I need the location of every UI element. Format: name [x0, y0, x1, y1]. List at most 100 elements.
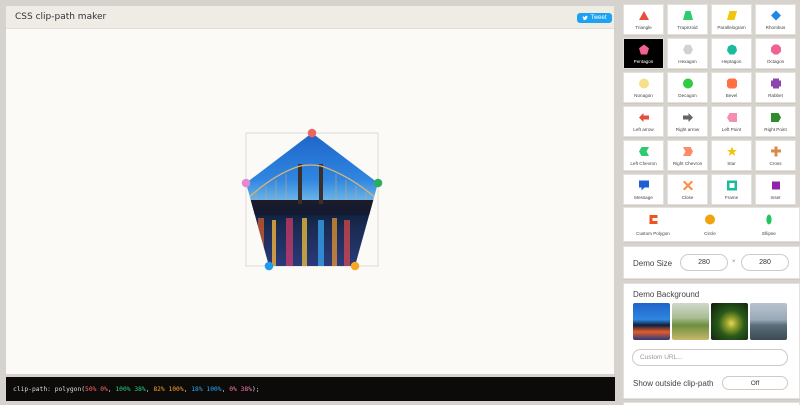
demo-height-input[interactable]: 280	[741, 254, 789, 271]
shape-label: Right Chevron	[672, 161, 703, 166]
frame-icon	[726, 180, 737, 191]
shape-label: Nonagon	[634, 93, 653, 98]
size-separator: ×	[732, 259, 736, 265]
code-suffix: );	[251, 385, 260, 393]
shape-label: Custom Polygon	[636, 231, 670, 236]
handle-point-4[interactable]	[264, 261, 274, 271]
shape-button-trapezoid[interactable]: Trapezoid	[667, 4, 708, 35]
decagon-icon	[682, 78, 693, 89]
code-point-4: 18% 100%	[191, 385, 222, 393]
shape-button-octagon[interactable]: Octagon	[755, 38, 796, 69]
star-icon	[726, 146, 737, 156]
hexagon-icon	[682, 44, 693, 55]
left-chevron-icon	[638, 147, 649, 156]
shape-label: Left arrow	[633, 127, 654, 132]
shape-label: Parallelogram	[717, 25, 746, 30]
octagon-icon	[770, 44, 781, 55]
background-thumb-coast[interactable]	[750, 303, 787, 340]
handle-point-1[interactable]	[307, 128, 317, 138]
heptagon-icon	[726, 44, 737, 55]
shape-label: Octagon	[766, 59, 785, 64]
rhombus-icon	[770, 10, 781, 21]
right-point-icon	[770, 113, 781, 122]
shape-button-ellipse[interactable]: Ellipse	[741, 209, 797, 240]
shape-button-left-point[interactable]: Left Point	[711, 106, 752, 137]
demo-size-label: Demo Size	[633, 259, 673, 268]
shape-button-star[interactable]: Star	[711, 140, 752, 171]
shape-label: Left Chevron	[630, 161, 657, 166]
shape-label: Rabbet	[768, 93, 783, 98]
code-point-2: 100% 38%	[115, 385, 146, 393]
show-outside-label: Show outside clip-path	[633, 379, 714, 388]
code-point-1: 50% 0%	[85, 385, 108, 393]
shape-button-frame[interactable]: Frame	[711, 174, 752, 205]
shape-button-right-chevron[interactable]: Right Chevron	[667, 140, 708, 171]
circle-icon	[705, 214, 715, 225]
shape-button-close[interactable]: Close	[667, 174, 708, 205]
shape-button-parallelogram[interactable]: Parallelogram	[711, 4, 752, 35]
demo-background-section: Demo Background Custom URL... Show outsi…	[623, 283, 800, 399]
shape-label: Heptagon	[721, 59, 742, 64]
shape-button-rhombus[interactable]: Rhombus	[755, 4, 796, 35]
shape-button-rabbet[interactable]: Rabbet	[755, 72, 796, 103]
shape-sidebar: Triangle Trapezoid Parallelogram Rhombus Pen…	[622, 3, 800, 405]
handle-point-2[interactable]	[373, 178, 383, 188]
right-chevron-icon	[682, 147, 693, 156]
shape-button-pentagon[interactable]: Pentagon	[623, 38, 664, 69]
shape-button-bevel[interactable]: Bevel	[711, 72, 752, 103]
demo-size-section: Demo Size 280 × 280	[623, 246, 800, 279]
shape-button-circle[interactable]: Circle	[682, 209, 738, 240]
background-thumb-bridge[interactable]	[633, 303, 670, 340]
code-point-5: 0% 38%	[229, 385, 252, 393]
shape-button-triangle[interactable]: Triangle	[623, 4, 664, 35]
close-icon	[682, 180, 693, 191]
shape-button-inset[interactable]: Inset	[755, 174, 796, 205]
demo-width-input[interactable]: 280	[680, 254, 728, 271]
ellipse-icon	[766, 214, 772, 225]
background-thumb-field[interactable]	[672, 303, 709, 340]
shape-label: Star	[727, 161, 736, 166]
css-code-output: clip-path: polygon( 50% 0%, 100% 38%, 82…	[6, 377, 615, 401]
shape-label: Ellipse	[762, 231, 776, 236]
shape-button-left-arrow[interactable]: Left arrow	[623, 106, 664, 137]
custom-url-input[interactable]: Custom URL...	[632, 349, 788, 366]
shape-label: Circle	[704, 231, 716, 236]
demo-background-label: Demo Background	[633, 290, 700, 299]
shape-label: Bevel	[725, 93, 738, 98]
triangle-icon	[638, 11, 649, 20]
shape-button-nonagon[interactable]: Nonagon	[623, 72, 664, 103]
shape-label: Inset	[770, 195, 781, 200]
trapezoid-icon	[682, 11, 693, 20]
code-prefix: clip-path: polygon(	[13, 385, 86, 393]
shape-label: Rhombus	[765, 25, 786, 30]
handle-point-3[interactable]	[350, 261, 360, 271]
clip-path-stage[interactable]	[6, 6, 614, 374]
shape-label: Right arrow	[675, 127, 700, 132]
shape-button-right-point[interactable]: Right Point	[755, 106, 796, 137]
nonagon-icon	[638, 78, 649, 89]
parallelogram-icon	[726, 11, 737, 20]
shape-button-cross[interactable]: Cross	[755, 140, 796, 171]
shape-label: Hexagon	[678, 59, 697, 64]
shape-label: Trapezoid	[677, 25, 698, 30]
shape-button-hexagon[interactable]: Hexagon	[667, 38, 708, 69]
message-icon	[638, 180, 649, 191]
shape-button-right-arrow[interactable]: Right arrow	[667, 106, 708, 137]
shape-label: Right Point	[764, 127, 787, 132]
shape-label: Pentagon	[633, 59, 654, 64]
background-thumb-fireworks[interactable]	[711, 303, 748, 340]
shape-button-decagon[interactable]: Decagon	[667, 72, 708, 103]
shape-button-custom-polygon[interactable]: Custom Polygon	[625, 209, 681, 240]
handle-point-5[interactable]	[241, 178, 251, 188]
shape-button-message[interactable]: Message	[623, 174, 664, 205]
shape-button-left-chevron[interactable]: Left Chevron	[623, 140, 664, 171]
rabbet-icon	[770, 78, 781, 89]
cross-icon	[770, 146, 781, 157]
inset-icon	[771, 181, 780, 190]
custom-polygon-icon	[649, 215, 658, 224]
right-arrow-icon	[682, 113, 693, 122]
shape-button-heptagon[interactable]: Heptagon	[711, 38, 752, 69]
show-outside-toggle[interactable]: Off	[722, 376, 788, 390]
demo-image	[246, 133, 378, 266]
shape-label: Frame	[724, 195, 739, 200]
